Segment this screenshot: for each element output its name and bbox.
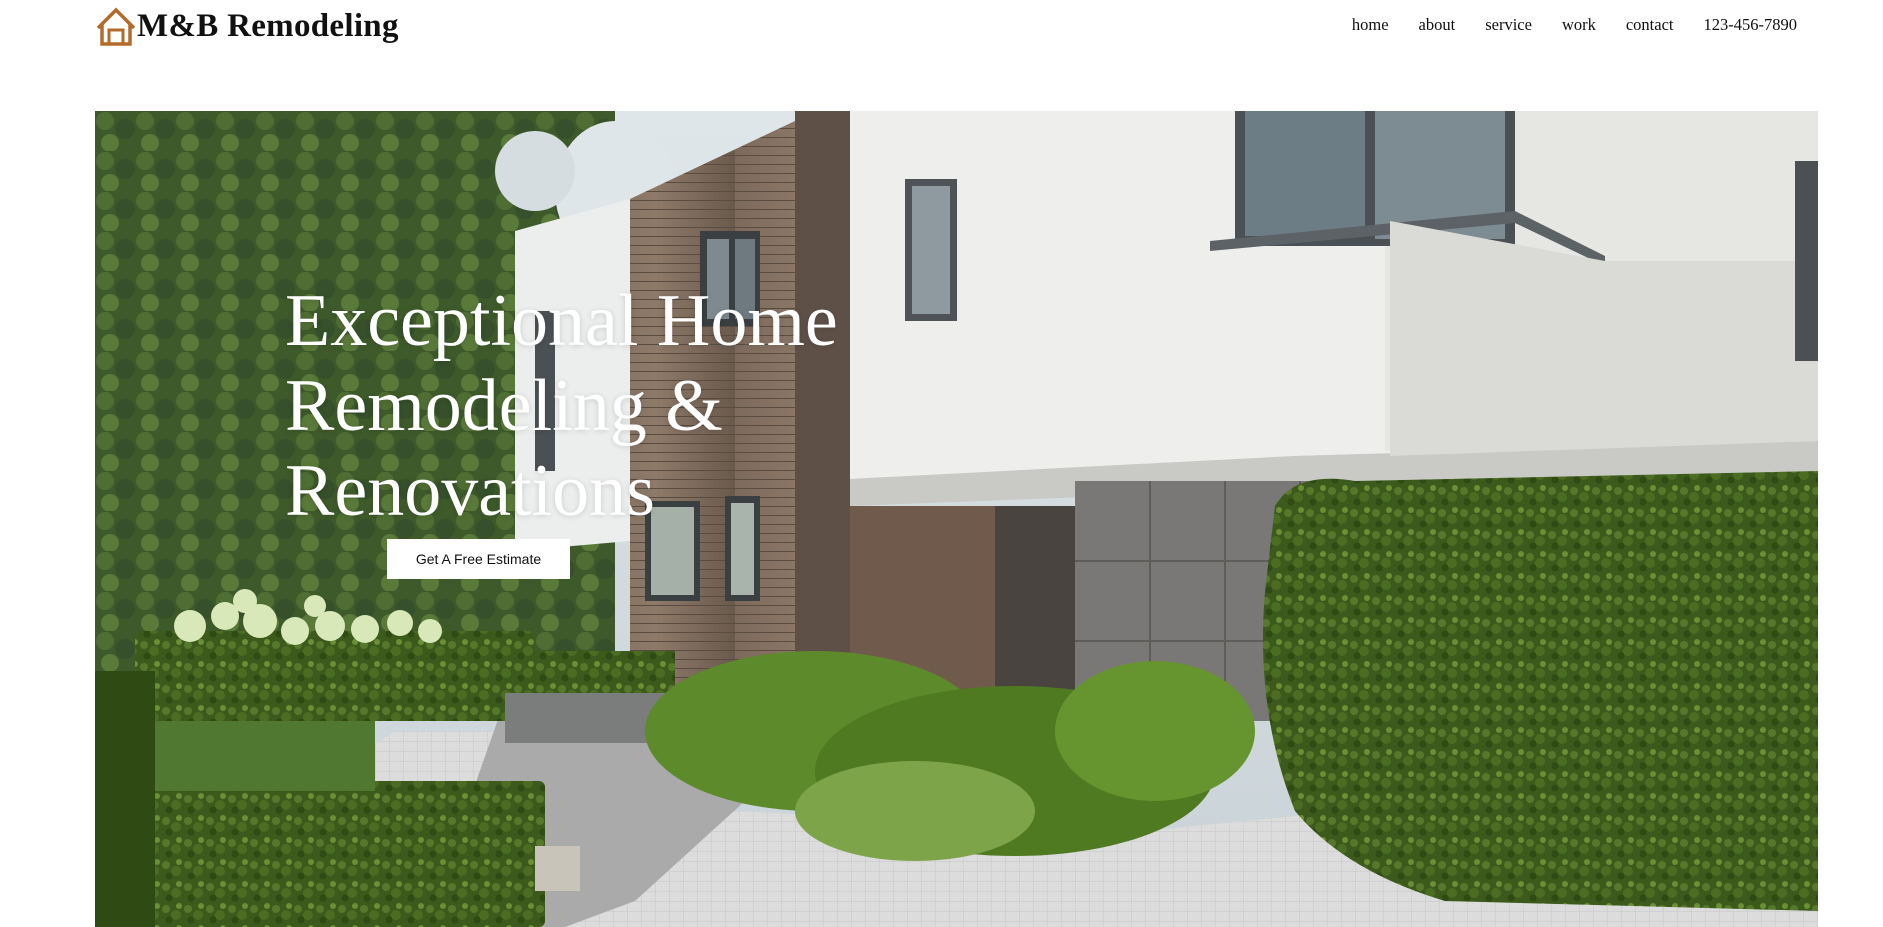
- site-header: M&B Remodeling home about service work c…: [0, 0, 1883, 60]
- nav-phone-link[interactable]: 123-456-7890: [1704, 14, 1798, 36]
- brand-name: M&B Remodeling: [137, 8, 399, 44]
- main-nav: home about service work contact 123-456-…: [1352, 14, 1797, 36]
- brand-logo-link[interactable]: M&B Remodeling: [95, 6, 399, 46]
- nav-item-home[interactable]: home: [1352, 14, 1389, 36]
- house-outline-icon: [96, 7, 136, 46]
- free-estimate-button[interactable]: Get A Free Estimate: [387, 539, 570, 579]
- nav-item-service[interactable]: service: [1485, 14, 1532, 36]
- hero-section: Exceptional Home Remodeling & Renovation…: [95, 111, 1818, 927]
- nav-item-about[interactable]: about: [1419, 14, 1456, 36]
- nav-item-work[interactable]: work: [1562, 14, 1596, 36]
- hero-title: Exceptional Home Remodeling & Renovation…: [285, 280, 838, 532]
- nav-item-contact[interactable]: contact: [1626, 14, 1674, 36]
